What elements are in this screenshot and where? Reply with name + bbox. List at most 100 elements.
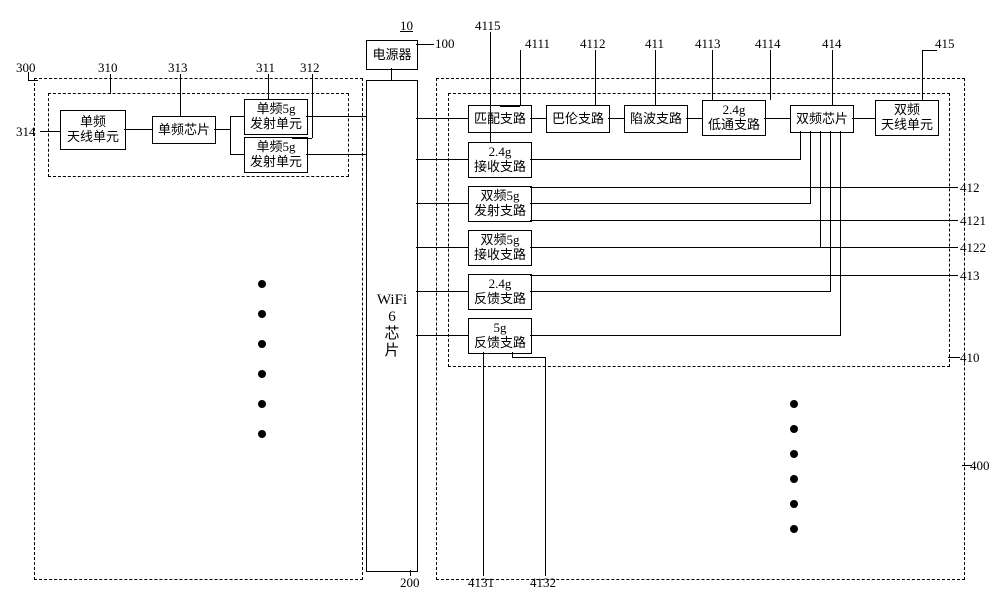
block-lp24: 2.4g 低通支路 <box>702 100 766 136</box>
conn <box>530 203 811 204</box>
block-fb5: 5g 反馈支路 <box>468 318 532 354</box>
ellipsis-dot <box>790 450 798 458</box>
leader <box>832 50 833 106</box>
conn <box>124 129 152 130</box>
ref-412: 412 <box>960 180 980 196</box>
block-balun: 巴伦支路 <box>546 105 610 133</box>
conn <box>416 335 468 336</box>
leader <box>180 74 181 116</box>
conn <box>230 116 231 154</box>
conn <box>530 291 831 292</box>
conn <box>214 129 230 130</box>
conn <box>686 118 702 119</box>
ellipsis-dot <box>790 500 798 508</box>
conn <box>840 131 841 335</box>
conn <box>416 203 468 204</box>
leader <box>922 50 937 51</box>
ellipsis-dot <box>258 310 266 318</box>
ellipsis-dot <box>790 425 798 433</box>
leader <box>110 74 111 94</box>
ref-200: 200 <box>400 575 420 591</box>
conn <box>800 131 801 159</box>
leader <box>712 50 713 100</box>
ref-4114: 4114 <box>755 36 781 52</box>
conn <box>230 154 244 155</box>
block-sf-chip: 单频芯片 <box>152 116 216 144</box>
ellipsis-dot <box>790 475 798 483</box>
block-df5tx: 双频5g 发射支路 <box>468 186 532 222</box>
leader <box>40 131 60 132</box>
leader <box>948 357 960 358</box>
conn <box>530 118 546 119</box>
conn <box>416 291 468 292</box>
ellipsis-dot <box>258 340 266 348</box>
conn <box>830 131 831 291</box>
ref-4122: 4122 <box>960 240 986 256</box>
leader <box>655 50 656 106</box>
leader <box>545 357 546 576</box>
ellipsis-dot <box>258 400 266 408</box>
ref-4113: 4113 <box>695 36 721 52</box>
ref-4112: 4112 <box>580 36 606 52</box>
leader <box>962 465 972 466</box>
block-df-chip: 双频芯片 <box>790 105 854 133</box>
block-df5rx: 双频5g 接收支路 <box>468 230 532 266</box>
ref-300: 300 <box>16 60 36 76</box>
conn <box>416 159 468 160</box>
ref-4131: 4131 <box>468 575 494 591</box>
leader <box>500 106 520 107</box>
conn <box>416 118 468 119</box>
ellipsis-dot <box>258 430 266 438</box>
block-sf-tx2: 单频5g 发射单元 <box>244 137 308 173</box>
ellipsis-dot <box>258 370 266 378</box>
leader <box>530 247 958 248</box>
block-notch: 陷波支路 <box>624 105 688 133</box>
leader <box>28 80 38 81</box>
ref-410: 410 <box>960 350 980 366</box>
leader <box>530 220 958 221</box>
ref-313: 313 <box>168 60 188 76</box>
block-sf-antenna: 单频 天线单元 <box>60 110 126 150</box>
block-rx24: 2.4g 接收支路 <box>468 142 532 178</box>
leader <box>770 50 771 100</box>
ref-413: 413 <box>960 268 980 284</box>
ellipsis-dot <box>790 400 798 408</box>
ref-415: 415 <box>935 36 955 52</box>
block-power: 电源器 <box>366 40 418 70</box>
ref-100: 100 <box>435 36 455 52</box>
conn <box>530 335 841 336</box>
ellipsis-dot <box>790 525 798 533</box>
leader <box>512 352 513 357</box>
leader <box>530 275 958 276</box>
ref-310: 310 <box>98 60 118 76</box>
leader <box>512 357 545 358</box>
leader <box>520 50 521 106</box>
leader <box>312 74 313 138</box>
leader <box>530 187 958 188</box>
leader <box>490 32 491 142</box>
conn <box>306 154 366 155</box>
leader <box>595 50 596 106</box>
conn <box>852 118 875 119</box>
conn <box>230 116 244 117</box>
ref-314: 314 <box>16 124 36 140</box>
ref-4132: 4132 <box>530 575 556 591</box>
conn <box>416 247 468 248</box>
block-wifi6: WiFi 6 芯 片 <box>366 80 418 572</box>
conn <box>391 68 392 80</box>
conn <box>306 116 366 117</box>
conn <box>608 118 624 119</box>
conn <box>530 159 801 160</box>
ref-4121: 4121 <box>960 213 986 229</box>
ref-312: 312 <box>300 60 320 76</box>
ref-10: 10 <box>400 18 413 34</box>
conn <box>764 118 790 119</box>
conn <box>820 131 821 247</box>
block-sf-tx1: 单频5g 发射单元 <box>244 99 308 135</box>
leader <box>483 352 484 576</box>
block-fb24: 2.4g 反馈支路 <box>468 274 532 310</box>
ref-4111: 4111 <box>525 36 550 52</box>
conn <box>810 131 811 203</box>
leader <box>922 50 923 100</box>
leader <box>416 44 434 45</box>
